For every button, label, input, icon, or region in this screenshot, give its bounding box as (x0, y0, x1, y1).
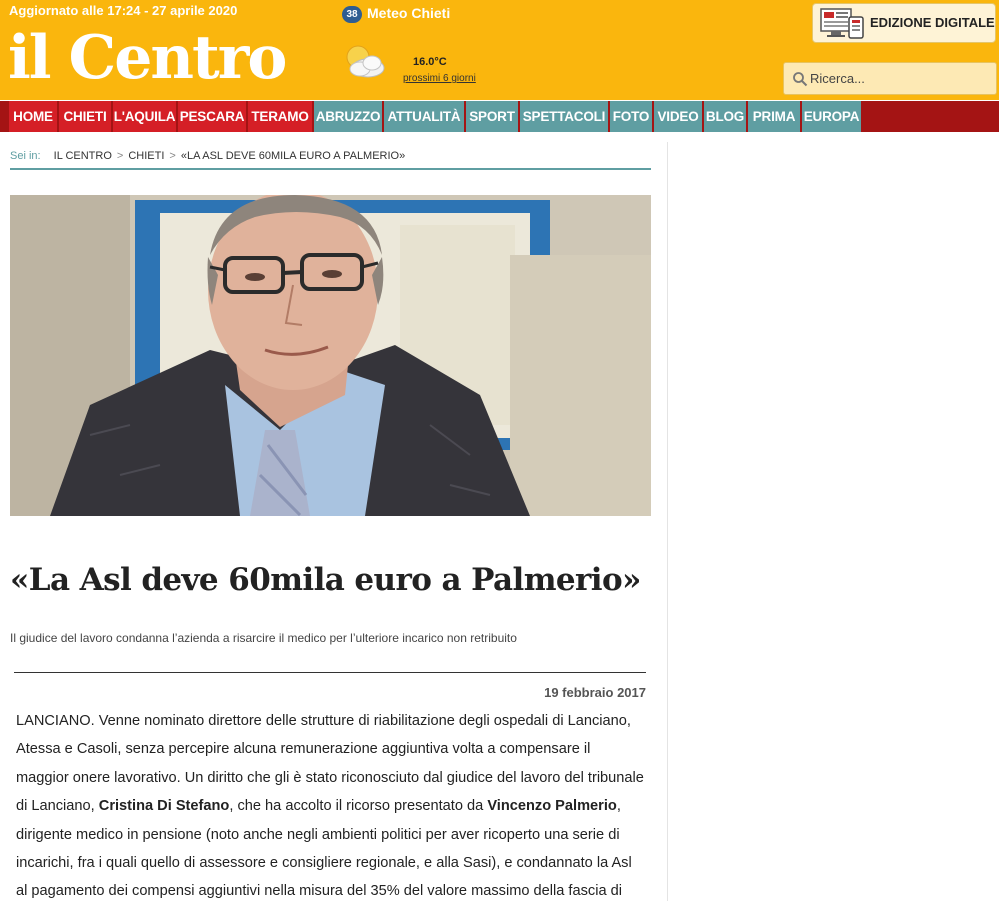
nav-item-chieti[interactable]: CHIETI (59, 101, 111, 132)
nav-item-attualita[interactable]: ATTUALITÀ (384, 101, 464, 132)
nav-item-laquila[interactable]: L'AQUILA (113, 101, 176, 132)
article-photo (10, 195, 651, 516)
digital-edition-button[interactable]: EDIZIONE DIGITALE (812, 3, 996, 43)
breadcrumb: Sei in: IL CENTRO > CHIETI > «LA ASL DEVE 60… (10, 150, 406, 162)
article-subtitle: Il giudice del lavoro condanna l’azienda… (10, 631, 517, 645)
article-title: «La Asl deve 60mila euro a Palmerio» (10, 562, 641, 598)
forecast-link[interactable]: prossimi 6 giorni (403, 73, 476, 84)
search-icon[interactable] (792, 71, 808, 87)
meteo-badge: 38 (342, 6, 362, 23)
nav-item-prima[interactable]: PRIMA (748, 101, 800, 132)
sidebar-divider (667, 142, 668, 901)
article-date: 19 febbraio 2017 (544, 685, 646, 700)
article-divider (14, 672, 646, 673)
person-name-doctor: Vincenzo Palmerio (487, 798, 617, 815)
meteo-title[interactable]: Meteo Chieti (367, 5, 450, 21)
search-box[interactable] (783, 62, 997, 95)
breadcrumb-divider (10, 168, 651, 170)
breadcrumb-label: Sei in: (10, 150, 41, 162)
breadcrumb-item-current: «LA ASL DEVE 60MILA EURO A PALMERIO» (180, 150, 406, 162)
breadcrumb-item-home[interactable]: IL CENTRO (54, 150, 112, 162)
site-header: Aggiornato alle 17:24 - 27 aprile 2020 i… (0, 0, 999, 100)
article-body: LANCIANO. Venne nominato direttore delle… (16, 707, 646, 901)
nav-item-home[interactable]: HOME (9, 101, 57, 132)
nav-item-abruzzo[interactable]: ABRUZZO (314, 101, 382, 132)
site-logo[interactable]: il Centro (8, 28, 287, 88)
nav-item-europa[interactable]: EUROPA (802, 101, 861, 132)
newspaper-devices-icon (820, 8, 864, 39)
nav-item-foto[interactable]: FOTO (610, 101, 652, 132)
search-input[interactable] (810, 63, 994, 94)
nav-item-video[interactable]: VIDEO (654, 101, 702, 132)
person-name-judge: Cristina Di Stefano (98, 798, 230, 815)
last-updated: Aggiornato alle 17:24 - 27 aprile 2020 (9, 3, 238, 18)
temperature: 16.0°C (413, 56, 447, 68)
nav-item-blog[interactable]: BLOG (704, 101, 746, 132)
body-text-part2: , che ha accolto il ricorso presentato d… (229, 798, 484, 815)
nav-item-pescara[interactable]: PESCARA (178, 101, 246, 132)
main-nav: HOME CHIETI L'AQUILA PESCARA TERAMO ABRU… (0, 101, 999, 132)
nav-item-teramo[interactable]: TERAMO (248, 101, 312, 132)
portrait-photo (10, 195, 651, 516)
article-paragraph: LANCIANO. Venne nominato direttore delle… (16, 707, 646, 901)
partly-cloudy-icon (346, 45, 385, 78)
nav-item-spettacoli[interactable]: SPETTACOLI (520, 101, 608, 132)
breadcrumb-item-section[interactable]: CHIETI (128, 150, 164, 162)
nav-item-sport[interactable]: SPORT (466, 101, 518, 132)
digital-edition-label: EDIZIONE DIGITALE (870, 15, 995, 30)
